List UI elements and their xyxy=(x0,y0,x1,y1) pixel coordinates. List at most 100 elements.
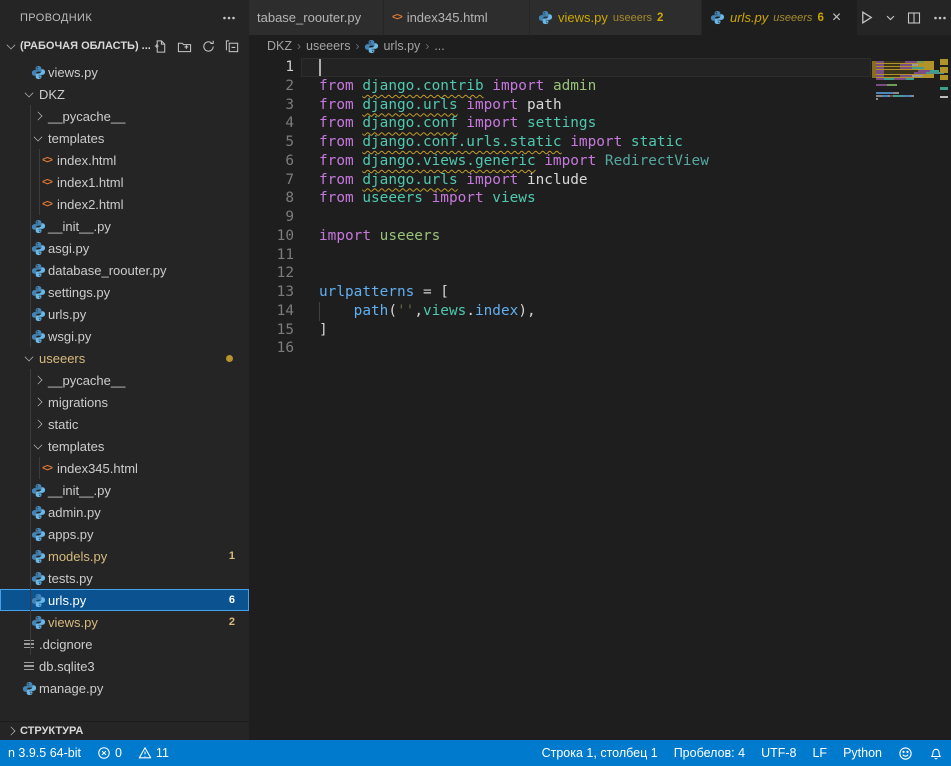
workspace-section-header[interactable]: (РАБОЧАЯ ОБЛАСТЬ) ... xyxy=(0,35,249,57)
tree-item-admin.py[interactable]: admin.py xyxy=(0,501,249,523)
line-number[interactable]: 15 xyxy=(249,321,294,340)
code-line-4[interactable]: from django.conf import settings xyxy=(319,114,869,133)
code-line-3[interactable]: from django.urls import path xyxy=(319,96,869,115)
status-item-11[interactable]: 11 xyxy=(130,740,177,766)
line-number[interactable]: 14 xyxy=(249,302,294,321)
tree-item-views.py[interactable]: views.py2 xyxy=(0,611,249,633)
status-item-n 3.9.5 64-bit[interactable]: n 3.9.5 64-bit xyxy=(0,740,89,766)
python-icon xyxy=(29,327,47,345)
code-line-9[interactable] xyxy=(319,208,869,227)
tree-item-templates[interactable]: templates xyxy=(0,127,249,149)
status-item-Python[interactable]: Python xyxy=(835,740,890,766)
tree-item-urls.py[interactable]: urls.py6 xyxy=(0,589,249,611)
line-number[interactable]: 10 xyxy=(249,227,294,246)
line-number[interactable]: 9 xyxy=(249,208,294,227)
tree-item-__pycache__[interactable]: __pycache__ xyxy=(0,105,249,127)
tree-item-__init__.py[interactable]: __init__.py xyxy=(0,479,249,501)
code-line-12[interactable] xyxy=(319,264,869,283)
status-item-Пробелов: 4[interactable]: Пробелов: 4 xyxy=(666,740,753,766)
tab-urls.py[interactable]: urls.py useeers 6 × xyxy=(702,0,858,35)
tree-item-asgi.py[interactable]: asgi.py xyxy=(0,237,249,259)
split-editor-icon[interactable] xyxy=(906,10,922,26)
tree-item-index1.html[interactable]: <>index1.html xyxy=(0,171,249,193)
new-file-icon[interactable] xyxy=(151,37,169,55)
breadcrumb-item-useeers[interactable]: useeers xyxy=(306,39,350,53)
line-number[interactable]: 2 xyxy=(249,77,294,96)
line-numbers-gutter[interactable]: 12345678910111213141516 xyxy=(249,58,294,358)
line-number[interactable]: 7 xyxy=(249,171,294,190)
tab-views.py[interactable]: views.py useeers 2 xyxy=(530,0,702,35)
status-item-0[interactable]: 0 xyxy=(89,740,130,766)
line-number[interactable]: 5 xyxy=(249,133,294,152)
tree-item-models.py[interactable]: models.py1 xyxy=(0,545,249,567)
tree-item-index345.html[interactable]: <>index345.html xyxy=(0,457,249,479)
code-line-13[interactable]: urlpatterns = [ xyxy=(319,283,869,302)
line-number[interactable]: 8 xyxy=(249,189,294,208)
tree-item-urls.py[interactable]: urls.py xyxy=(0,303,249,325)
code-line-2[interactable]: from django.contrib import admin xyxy=(319,77,869,96)
more-icon[interactable] xyxy=(221,10,237,26)
new-folder-icon[interactable] xyxy=(175,37,193,55)
line-number[interactable]: 6 xyxy=(249,152,294,171)
code-line-16[interactable] xyxy=(319,339,869,358)
tree-item-wsgi.py[interactable]: wsgi.py xyxy=(0,325,249,347)
chevron-down-icon xyxy=(4,43,18,50)
tree-item-static[interactable]: static xyxy=(0,413,249,435)
collapse-all-icon[interactable] xyxy=(223,37,241,55)
code-line-14[interactable]: path('',views.index), xyxy=(319,302,869,321)
tree-item-database_roouter.py[interactable]: database_roouter.py xyxy=(0,259,249,281)
tree-item-index2.html[interactable]: <>index2.html xyxy=(0,193,249,215)
run-icon[interactable] xyxy=(858,9,875,26)
more-icon[interactable] xyxy=(932,10,948,26)
code-line-10[interactable]: import useeers xyxy=(319,227,869,246)
status-item-UTF-8[interactable]: UTF-8 xyxy=(753,740,804,766)
tree-item-migrations[interactable]: migrations xyxy=(0,391,249,413)
tree-item-templates[interactable]: templates xyxy=(0,435,249,457)
minimap[interactable] xyxy=(872,58,934,103)
close-icon[interactable]: × xyxy=(832,10,841,26)
tree-item-settings.py[interactable]: settings.py xyxy=(0,281,249,303)
tab-tabase_roouter.py[interactable]: tabase_roouter.py xyxy=(249,0,384,35)
tree-item-views.py[interactable]: views.py xyxy=(0,61,249,83)
tree-item-apps.py[interactable]: apps.py xyxy=(0,523,249,545)
tree-item-index.html[interactable]: <>index.html xyxy=(0,149,249,171)
code-line-7[interactable]: from django.urls import include xyxy=(319,171,869,190)
tree-item-__init__.py[interactable]: __init__.py xyxy=(0,215,249,237)
tree-item-DKZ[interactable]: DKZ xyxy=(0,83,249,105)
tree-item-tests.py[interactable]: tests.py xyxy=(0,567,249,589)
line-number[interactable]: 11 xyxy=(249,246,294,265)
bell-icon xyxy=(929,746,943,760)
tree-item-.dcignore[interactable]: .dcignore xyxy=(0,633,249,655)
line-number[interactable]: 4 xyxy=(249,114,294,133)
breadcrumb-item-...[interactable]: ... xyxy=(434,39,444,53)
status-item[interactable] xyxy=(921,740,951,766)
code-lines[interactable]: from django.contrib import adminfrom dja… xyxy=(319,58,869,358)
code-line-5[interactable]: from django.conf.urls.static import stat… xyxy=(319,133,869,152)
tree-item-useeers[interactable]: useeers xyxy=(0,347,249,369)
python-icon xyxy=(29,569,47,587)
breadcrumb-item-urls.py[interactable]: urls.py xyxy=(364,39,420,54)
status-item[interactable] xyxy=(890,740,921,766)
tree-item-db.sqlite3[interactable]: db.sqlite3 xyxy=(0,655,249,677)
status-item-LF[interactable]: LF xyxy=(804,740,835,766)
line-number[interactable]: 1 xyxy=(249,58,294,77)
code-editor[interactable]: 12345678910111213141516 from django.cont… xyxy=(249,57,951,740)
breadcrumb-item-DKZ[interactable]: DKZ xyxy=(267,39,292,53)
code-line-15[interactable]: ] xyxy=(319,321,869,340)
ruler-mark xyxy=(940,67,948,73)
status-item-Строка 1, столбец 1[interactable]: Строка 1, столбец 1 xyxy=(534,740,666,766)
code-line-1[interactable] xyxy=(319,58,869,77)
line-number[interactable]: 3 xyxy=(249,96,294,115)
tab-index345.html[interactable]: <> index345.html xyxy=(384,0,530,35)
tree-item-manage.py[interactable]: manage.py xyxy=(0,677,249,699)
line-number[interactable]: 12 xyxy=(249,264,294,283)
refresh-icon[interactable] xyxy=(199,37,217,55)
line-number[interactable]: 13 xyxy=(249,283,294,302)
outline-section-header[interactable]: СТРУКТУРА xyxy=(0,721,249,740)
chevron-down-icon[interactable] xyxy=(885,12,896,23)
line-number[interactable]: 16 xyxy=(249,339,294,358)
code-line-6[interactable]: from django.views.generic import Redirec… xyxy=(319,152,869,171)
code-line-11[interactable] xyxy=(319,246,869,265)
tree-item-__pycache__[interactable]: __pycache__ xyxy=(0,369,249,391)
code-line-8[interactable]: from useeers import views xyxy=(319,189,869,208)
